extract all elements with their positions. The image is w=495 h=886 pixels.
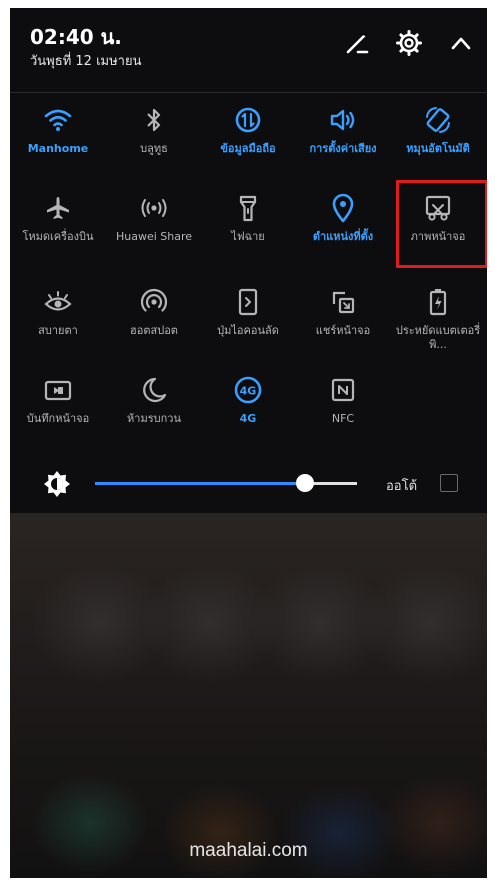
brightness-row: ออโต้: [10, 463, 487, 503]
tile-wifi[interactable]: Manhome: [13, 104, 103, 156]
tile-label: ข้อมูลมือถือ: [220, 142, 276, 155]
tile-screen-share[interactable]: แชร์หน้าจอ: [298, 286, 388, 338]
auto-brightness-label: ออโต้: [386, 479, 418, 494]
sound-icon: [298, 104, 388, 136]
notification-shade: 02:40 น. วันพุธที่ 12 เมษายน Manhome บลู…: [10, 8, 487, 878]
tile-nfc[interactable]: NFC: [298, 374, 388, 426]
tile-label: แชร์หน้าจอ: [315, 324, 371, 337]
screen-record-icon: [13, 374, 103, 406]
eye-comfort-icon: [13, 286, 103, 318]
do-not-disturb-icon: [109, 374, 199, 406]
4g-icon: 4G: [203, 374, 293, 406]
brightness-slider-thumb[interactable]: [295, 474, 314, 492]
tile-label: ประหยัดแบตเตอรี่พิ...: [395, 324, 481, 351]
tile-label: บลูทูธ: [140, 142, 168, 155]
chevron-up-icon[interactable]: [444, 26, 478, 60]
huawei-share-icon: [109, 192, 199, 224]
shortcut-button-icon: [203, 286, 293, 318]
brightness-track-filled: [95, 482, 305, 485]
tile-screen-record[interactable]: บันทึกหน้าจอ: [13, 374, 103, 426]
bluetooth-icon: [109, 104, 199, 136]
tile-label: NFC: [331, 412, 355, 425]
screenshot-highlight-box: [396, 180, 487, 268]
tile-battery-saver[interactable]: ประหยัดแบตเตอรี่พิ...: [393, 286, 483, 352]
tile-label: การตั้งค่าเสียง: [309, 142, 377, 155]
tile-sound[interactable]: การตั้งค่าเสียง: [298, 104, 388, 156]
date: วันพุธที่ 12 เมษายน: [30, 54, 142, 69]
auto-brightness-checkbox[interactable]: [440, 474, 458, 492]
tile-hotspot[interactable]: ฮอตสปอต: [109, 286, 199, 338]
tile-label: โหมดเครื่องบิน: [22, 230, 94, 243]
edit-icon[interactable]: [340, 26, 374, 60]
tile-label: Huawei Share: [115, 230, 193, 243]
tile-label: 4G: [239, 412, 257, 425]
wifi-icon: [13, 104, 103, 136]
tile-shortcut-button[interactable]: ปุ่มไอคอนลัด: [203, 286, 293, 338]
tile-do-not-disturb[interactable]: ห้ามรบกวน: [109, 374, 199, 426]
mobile-data-icon: [203, 104, 293, 136]
tile-flashlight[interactable]: ไฟฉาย: [203, 192, 293, 244]
tile-location[interactable]: ตำแหน่งที่ตั้ง: [298, 192, 388, 244]
tile-label: สบายตา: [38, 324, 78, 337]
tile-4g[interactable]: 4G 4G: [203, 374, 293, 426]
tile-label: ปุ่มไอคอนลัด: [217, 324, 279, 337]
tile-label: Manhome: [27, 142, 89, 155]
tile-label: ตำแหน่งที่ตั้ง: [312, 230, 374, 243]
screen-share-icon: [298, 286, 388, 318]
flashlight-icon: [203, 192, 293, 224]
header-divider: [10, 92, 487, 93]
clock: 02:40 น.: [30, 25, 122, 49]
tile-auto-rotate[interactable]: หมุนอัตโนมัติ: [393, 104, 483, 156]
tile-label: ห้ามรบกวน: [127, 412, 181, 425]
brightness-icon: [42, 469, 72, 499]
battery-saver-icon: [393, 286, 483, 318]
tile-label: หมุนอัตโนมัติ: [406, 142, 470, 155]
watermark: maahalai.com: [189, 840, 308, 861]
tile-label: ฮอตสปอต: [130, 324, 178, 337]
status-header: 02:40 น. วันพุธที่ 12 เมษายน: [10, 8, 487, 92]
hotspot-icon: [109, 286, 199, 318]
tile-huawei-share[interactable]: Huawei Share: [109, 192, 199, 244]
nfc-icon: [298, 374, 388, 406]
blurred-background: [10, 513, 487, 878]
tile-label: บันทึกหน้าจอ: [26, 412, 90, 425]
tile-label: ไฟฉาย: [231, 230, 265, 243]
tile-airplane-mode[interactable]: โหมดเครื่องบิน: [13, 192, 103, 244]
tile-mobile-data[interactable]: ข้อมูลมือถือ: [203, 104, 293, 156]
tile-bluetooth[interactable]: บลูทูธ: [109, 104, 199, 156]
svg-text:4G: 4G: [240, 385, 257, 398]
settings-icon[interactable]: [392, 26, 426, 60]
auto-rotate-icon: [393, 104, 483, 136]
location-icon: [298, 192, 388, 224]
airplane-icon: [13, 192, 103, 224]
tile-eye-comfort[interactable]: สบายตา: [13, 286, 103, 338]
